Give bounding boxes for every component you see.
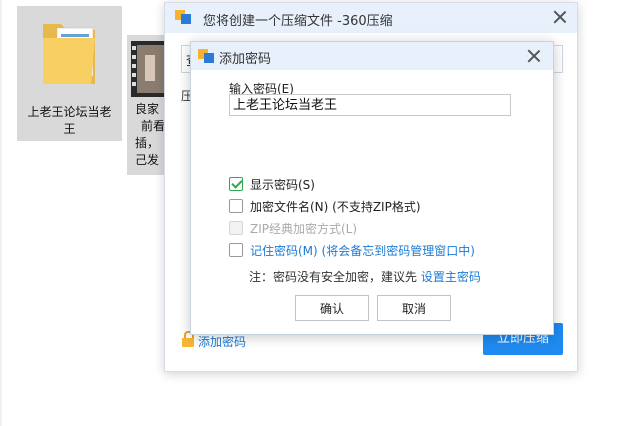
lock-icon	[181, 331, 195, 348]
folder-caption-1: 上老王论坛当老	[27, 105, 112, 119]
encrypt-filenames-checkbox[interactable]	[229, 199, 243, 213]
app-logo-icon	[198, 49, 214, 63]
zip-classic-label: ZIP经典加密方式(L)	[250, 222, 358, 236]
folder-caption-2: 王	[63, 122, 76, 136]
outer-close-icon[interactable]	[551, 8, 569, 26]
app-logo-icon	[175, 10, 191, 24]
folder-tile[interactable]: 上老王论坛当老 王	[17, 6, 122, 141]
folder-icon	[43, 24, 95, 84]
security-note: 注：密码没有安全加密，建议先 设置主密码	[249, 268, 481, 285]
cancel-button[interactable]: 取消	[377, 295, 451, 321]
encrypt-filenames-label: 加密文件名(N) (不支持ZIP格式)	[250, 200, 421, 214]
window-edge	[0, 0, 2, 426]
inner-title: 添加密码	[219, 52, 272, 67]
zip-classic-checkbox	[229, 221, 243, 235]
security-note-text: 注：密码没有安全加密，建议先	[249, 270, 421, 284]
remember-password-label: 记住密码(M) (将会备忘到密码管理窗口中)	[250, 244, 475, 258]
add-password-label: 添加密码	[198, 335, 247, 349]
outer-titlebar[interactable]: 您将创建一个压缩文件 -360压缩	[165, 3, 577, 33]
add-password-dialog: 添加密码 输入密码(E) 上老王论坛当老王 显示密码(S) 加密文件名(N) (…	[190, 41, 554, 335]
inner-close-icon[interactable]	[525, 47, 543, 65]
add-password-link[interactable]: 添加密码	[181, 331, 247, 350]
show-password-label: 显示密码(S)	[250, 178, 315, 192]
set-master-password-link[interactable]: 设置主密码	[421, 270, 481, 284]
inner-titlebar[interactable]: 添加密码	[191, 42, 553, 70]
remember-password-checkbox[interactable]	[229, 243, 243, 257]
password-input[interactable]: 上老王论坛当老王	[229, 94, 511, 116]
outer-title: 您将创建一个压缩文件 -360压缩	[203, 14, 393, 29]
show-password-checkbox[interactable]	[229, 177, 243, 191]
ok-button[interactable]: 确认	[295, 295, 369, 321]
